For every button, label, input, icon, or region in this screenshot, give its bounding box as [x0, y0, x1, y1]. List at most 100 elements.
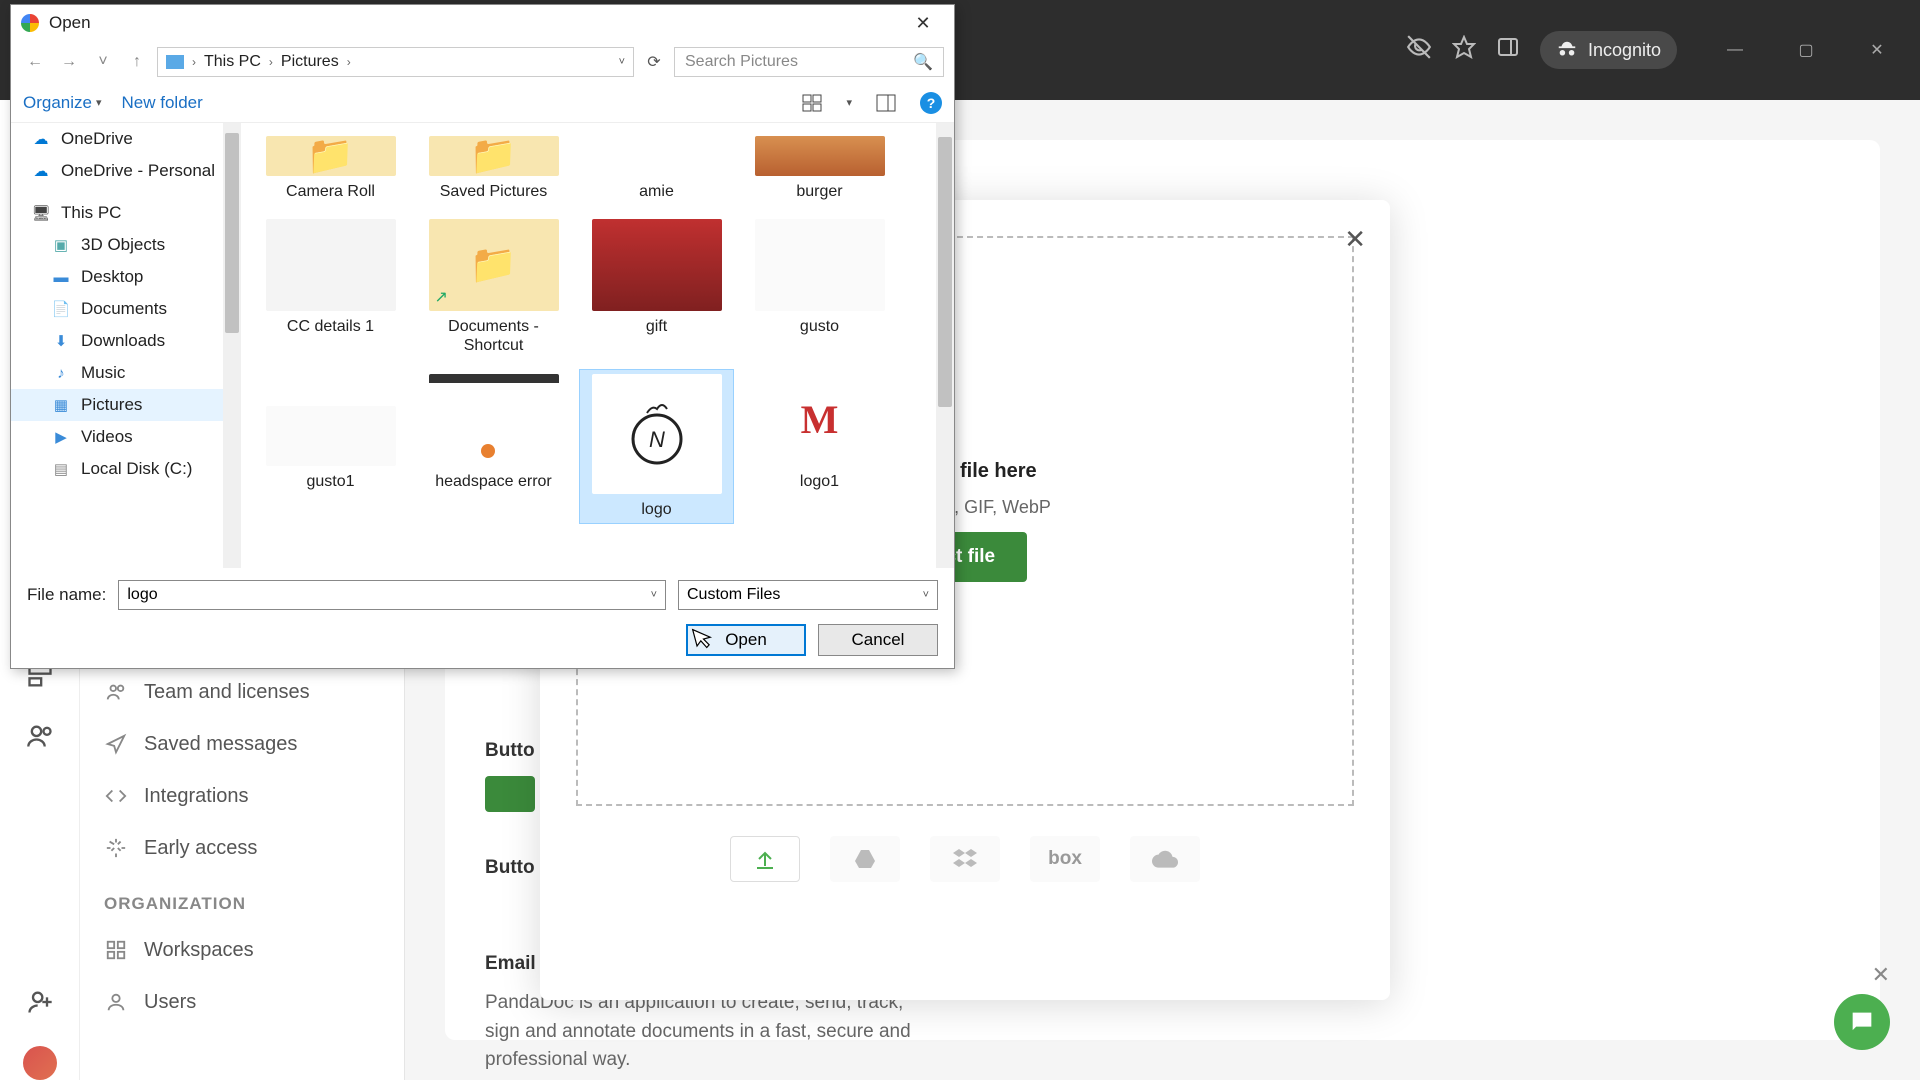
organize-menu[interactable]: Organize ▾ — [23, 93, 102, 113]
file-item[interactable]: gusto — [742, 214, 897, 360]
add-user-icon[interactable] — [24, 986, 56, 1018]
send-icon — [104, 732, 128, 756]
file-item[interactable]: 📁↗Documents - Shortcut — [416, 214, 571, 360]
file-item[interactable]: headspace error — [416, 369, 571, 524]
sidebar-item-integrations[interactable]: Integrations — [80, 770, 404, 822]
sidebar-item-workspaces[interactable]: Workspaces — [80, 924, 404, 976]
tree-scrollbar[interactable] — [223, 123, 241, 568]
grid-icon — [104, 938, 128, 962]
sidebar-label: Team and licenses — [144, 681, 310, 704]
search-placeholder: Search Pictures — [685, 53, 798, 71]
folder-tree: ☁OneDrive ☁OneDrive - Personal 🖥This PC … — [11, 123, 241, 568]
window-minimize[interactable]: — — [1712, 34, 1758, 66]
nav-back-icon[interactable]: ← — [21, 48, 49, 76]
view-mode-icon[interactable] — [798, 91, 826, 115]
file-item[interactable]: CC details 1 — [253, 214, 408, 360]
view-dropdown-icon[interactable]: ▾ — [846, 96, 852, 109]
tree-thispc[interactable]: 🖥This PC — [11, 197, 241, 229]
cloud-provider-row: box — [576, 836, 1354, 882]
chat-bubble-button[interactable] — [1834, 994, 1890, 1050]
help-text: PandaDoc is an application to create, se… — [485, 989, 915, 1075]
filename-label: File name: — [27, 585, 106, 605]
sidebar-item-saved-messages[interactable]: Saved messages — [80, 718, 404, 770]
file-item[interactable]: Mlogo1 — [742, 369, 897, 524]
nav-recent-dropdown[interactable]: ˅ — [89, 48, 117, 76]
file-open-dialog: Open ✕ ← → ˅ ↑ › This PC › Pictures › ˅ … — [10, 4, 955, 669]
tree-music[interactable]: ♪Music — [11, 357, 241, 389]
panel-icon[interactable] — [1496, 35, 1520, 65]
sidebar-label: Users — [144, 991, 196, 1014]
preview-pane-icon[interactable] — [872, 91, 900, 115]
dropbox-icon[interactable] — [930, 836, 1000, 882]
sidebar-label: Saved messages — [144, 733, 297, 756]
filename-input[interactable]: logo˅ — [118, 580, 666, 610]
tree-onedrive[interactable]: ☁OneDrive — [11, 123, 241, 155]
tree-videos[interactable]: ▶Videos — [11, 421, 241, 453]
rail-contacts-icon[interactable] — [24, 720, 56, 752]
new-folder-button[interactable]: New folder — [122, 93, 203, 113]
search-icon: 🔍 — [913, 52, 933, 72]
tree-downloads[interactable]: ⬇Downloads — [11, 325, 241, 357]
filetype-select[interactable]: Custom Files˅ — [678, 580, 938, 610]
breadcrumb-thispc[interactable]: This PC — [204, 53, 261, 71]
user-avatar[interactable] — [23, 1046, 57, 1080]
sidebar-section-organization: ORGANIZATION — [80, 874, 404, 924]
onedrive-cloud-icon[interactable] — [1130, 836, 1200, 882]
file-item[interactable]: 📁Saved Pictures — [416, 131, 571, 206]
file-item[interactable]: gift — [579, 214, 734, 360]
pc-icon — [166, 55, 184, 69]
search-input[interactable]: Search Pictures 🔍 — [674, 47, 944, 77]
star-icon[interactable] — [1452, 35, 1476, 65]
sidebar-label: Integrations — [144, 785, 249, 808]
tree-documents[interactable]: 📄Documents — [11, 293, 241, 325]
dialog-navbar: ← → ˅ ↑ › This PC › Pictures › ˅ ⟳ Searc… — [11, 41, 954, 83]
sidebar-item-team[interactable]: Team and licenses — [80, 666, 404, 718]
tree-3d-objects[interactable]: ▣3D Objects — [11, 229, 241, 261]
dialog-title: Open — [49, 13, 902, 33]
dialog-toolbar: Organize ▾ New folder ▾ ? — [11, 83, 954, 123]
svg-text:N: N — [649, 427, 665, 452]
user-icon — [104, 990, 128, 1014]
upload-close-icon[interactable]: ✕ — [1344, 224, 1366, 255]
file-item[interactable]: 📁Camera Roll — [253, 131, 408, 206]
tree-desktop[interactable]: ▬Desktop — [11, 261, 241, 293]
refresh-icon[interactable]: ⟳ — [640, 48, 668, 76]
file-item-selected[interactable]: Nlogo — [579, 369, 734, 524]
chrome-app-icon — [21, 14, 39, 32]
nav-up-icon[interactable]: ↑ — [123, 48, 151, 76]
open-button[interactable]: Open — [686, 624, 806, 656]
box-icon[interactable]: box — [1030, 836, 1100, 882]
dialog-footer: File name: logo˅ Custom Files˅ Open Canc… — [11, 568, 954, 668]
window-maximize[interactable]: ▢ — [1783, 34, 1829, 66]
window-close[interactable]: ✕ — [1854, 34, 1900, 66]
file-grid: 📁Camera Roll 📁Saved Pictures amie burger… — [241, 123, 954, 568]
incognito-label: Incognito — [1588, 40, 1661, 61]
chat-close-icon[interactable]: ✕ — [1872, 962, 1890, 988]
sidebar-item-early-access[interactable]: Early access — [80, 822, 404, 874]
google-drive-icon[interactable] — [830, 836, 900, 882]
sidebar-label: Early access — [144, 837, 257, 860]
upload-local-icon[interactable] — [730, 836, 800, 882]
tree-onedrive-personal[interactable]: ☁OneDrive - Personal — [11, 155, 241, 187]
nav-forward-icon[interactable]: → — [55, 48, 83, 76]
tree-pictures[interactable]: ▦Pictures — [11, 389, 241, 421]
dialog-help-icon[interactable]: ? — [920, 92, 942, 114]
team-icon — [104, 680, 128, 704]
address-dropdown-icon[interactable]: ˅ — [619, 56, 625, 68]
file-item[interactable]: burger — [742, 131, 897, 206]
incognito-badge[interactable]: Incognito — [1540, 31, 1677, 69]
dialog-close-button[interactable]: ✕ — [902, 9, 944, 37]
tree-local-disk[interactable]: ▤Local Disk (C:) — [11, 453, 241, 485]
files-scrollbar[interactable] — [936, 123, 954, 568]
code-icon — [104, 784, 128, 808]
color-swatch-green[interactable] — [485, 776, 535, 812]
cancel-button[interactable]: Cancel — [818, 624, 938, 656]
tracking-hidden-icon[interactable] — [1406, 34, 1432, 66]
breadcrumb-pictures[interactable]: Pictures — [281, 53, 339, 71]
file-item[interactable]: gusto1 — [253, 369, 408, 524]
sparkle-icon — [104, 836, 128, 860]
sidebar-item-users[interactable]: Users — [80, 976, 404, 1028]
dialog-titlebar: Open ✕ — [11, 5, 954, 41]
file-item[interactable]: amie — [579, 131, 734, 206]
address-bar[interactable]: › This PC › Pictures › ˅ — [157, 47, 634, 77]
